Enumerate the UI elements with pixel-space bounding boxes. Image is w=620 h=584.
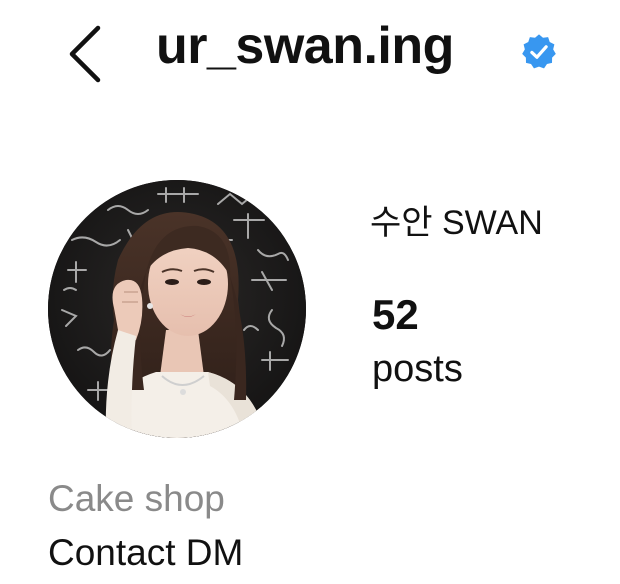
display-name: 수안 SWAN xyxy=(370,204,543,242)
profile-photo xyxy=(48,180,306,438)
back-button[interactable] xyxy=(56,22,112,86)
username-title: ur_swan.ing xyxy=(156,17,454,75)
posts-count[interactable]: 52 xyxy=(372,294,419,336)
profile-page: ur_swan.ing 수안 SWAN 52 posts Cake shop C… xyxy=(0,0,620,584)
posts-label[interactable]: posts xyxy=(372,350,463,388)
verified-badge-icon xyxy=(522,34,556,69)
chevron-left-icon xyxy=(69,25,101,83)
profile-header: ur_swan.ing xyxy=(0,0,620,110)
bio-category: Cake shop xyxy=(48,478,225,519)
profile-avatar[interactable] xyxy=(48,180,306,438)
bio-contact-line: Contact DM xyxy=(48,532,244,573)
